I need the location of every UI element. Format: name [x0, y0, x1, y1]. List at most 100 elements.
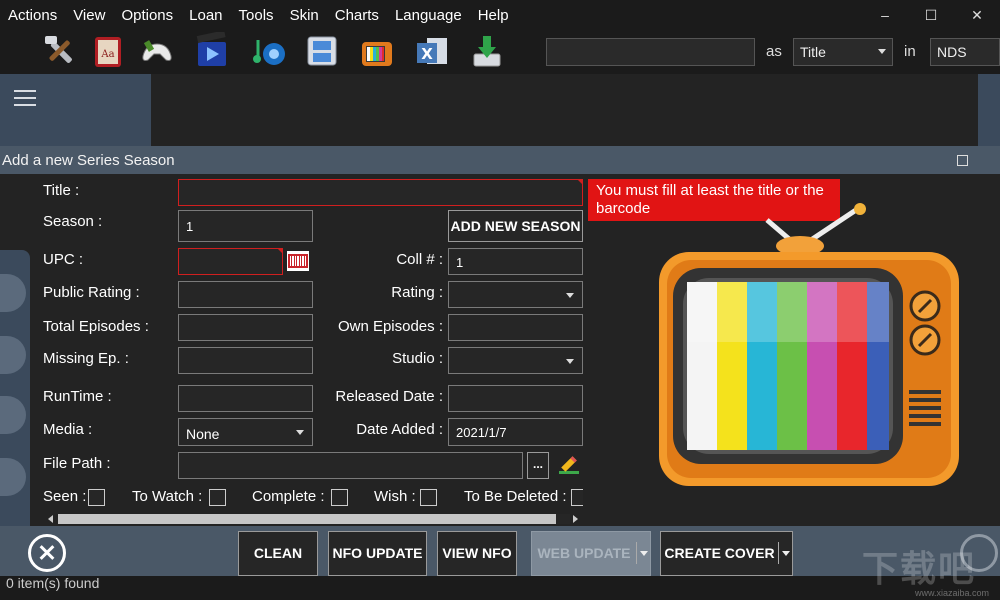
coll-field[interactable]: 1: [448, 248, 583, 275]
minimize-button[interactable]: –: [862, 0, 908, 30]
chevron-down-icon: [296, 430, 304, 435]
menu-loan[interactable]: Loan: [181, 7, 230, 24]
tools-icon[interactable]: [41, 32, 79, 70]
runtime-field[interactable]: [178, 385, 313, 412]
search-category-select[interactable]: NDS: [930, 38, 1000, 66]
complete-label: Complete :: [252, 488, 325, 505]
menu-actions[interactable]: Actions: [0, 7, 65, 24]
scroll-left-icon[interactable]: [46, 514, 56, 524]
chevron-down-icon: [566, 293, 574, 298]
download-icon[interactable]: [468, 32, 506, 70]
media-select[interactable]: None: [178, 418, 313, 446]
excel-icon[interactable]: X: [413, 32, 451, 70]
search-category-value: NDS: [937, 44, 967, 60]
nfo-update-button[interactable]: NFO UPDATE: [328, 531, 427, 576]
create-cover-dropdown-icon[interactable]: [782, 551, 790, 556]
studio-select[interactable]: [448, 347, 583, 374]
season-label: Season :: [43, 213, 103, 230]
navigation-pane: [0, 74, 151, 146]
split-divider: [636, 542, 637, 564]
wish-label: Wish :: [374, 488, 416, 505]
total-episodes-label: Total Episodes :: [43, 318, 149, 335]
scroll-right-icon[interactable]: [570, 514, 580, 524]
dialog-title: Add a new Series Season: [2, 152, 175, 169]
nds-icon[interactable]: [303, 32, 341, 70]
search-input[interactable]: [546, 38, 755, 66]
missing-ep-label: Missing Ep. :: [43, 350, 129, 367]
view-nfo-button[interactable]: VIEW NFO: [437, 531, 517, 576]
menu-skin[interactable]: Skin: [282, 7, 327, 24]
public-rating-label: Public Rating :: [43, 284, 140, 301]
scroll-thumb[interactable]: [58, 514, 556, 524]
right-side-panel: [978, 74, 1000, 146]
menu-help[interactable]: Help: [470, 7, 517, 24]
dialog-maximize-icon[interactable]: [957, 155, 968, 166]
rating-label: Rating :: [391, 284, 443, 301]
barcode-icon[interactable]: [287, 251, 309, 271]
browse-button[interactable]: ...: [527, 452, 549, 479]
menu-view[interactable]: View: [65, 7, 113, 24]
window-controls: – ☐ ✕: [862, 0, 1000, 30]
total-episodes-field[interactable]: [178, 314, 313, 341]
wish-checkbox[interactable]: [420, 489, 437, 506]
television-illustration: [659, 203, 959, 486]
close-window-button[interactable]: ✕: [954, 0, 1000, 30]
season-field[interactable]: 1: [178, 210, 313, 242]
missing-ep-field[interactable]: [178, 347, 313, 374]
chevron-down-icon: [566, 359, 574, 364]
rating-select[interactable]: [448, 281, 583, 308]
web-update-dropdown-icon[interactable]: [640, 551, 648, 556]
tv-icon[interactable]: [358, 32, 396, 70]
edit-pencil-icon[interactable]: [557, 453, 581, 477]
file-path-field[interactable]: [178, 452, 523, 479]
web-update-button[interactable]: WEB UPDATE: [531, 531, 651, 576]
to-watch-label: To Watch :: [132, 488, 203, 505]
date-added-label: Date Added :: [356, 421, 443, 438]
date-added-field[interactable]: 2021/1/7: [448, 418, 583, 446]
coll-label: Coll # :: [396, 251, 443, 268]
music-icon[interactable]: [250, 32, 288, 70]
menu-tools[interactable]: Tools: [231, 7, 282, 24]
side-tab[interactable]: [0, 458, 26, 496]
maximize-button[interactable]: ☐: [908, 0, 954, 30]
to-watch-checkbox[interactable]: [209, 489, 226, 506]
complete-checkbox[interactable]: [331, 489, 348, 506]
studio-label: Studio :: [392, 350, 443, 367]
to-be-deleted-checkbox[interactable]: [571, 489, 583, 506]
create-cover-button[interactable]: CREATE COVER: [660, 531, 793, 576]
close-dialog-icon[interactable]: [28, 534, 66, 572]
clean-button[interactable]: CLEAN: [238, 531, 318, 576]
title-label: Title :: [43, 182, 80, 199]
to-be-deleted-label: To Be Deleted :: [464, 488, 567, 505]
watermark-logo: 下载吧: [862, 549, 977, 590]
film-icon[interactable]: [193, 32, 231, 70]
media-value: None: [186, 426, 220, 442]
seen-checkbox[interactable]: [88, 489, 105, 506]
menu-bar: Actions View Options Loan Tools Skin Cha…: [0, 0, 1000, 30]
side-tab[interactable]: [0, 336, 26, 374]
search-field-value: Title: [800, 44, 826, 60]
menu-language[interactable]: Language: [387, 7, 470, 24]
book-icon[interactable]: Aa: [89, 32, 127, 70]
side-tab[interactable]: [0, 274, 26, 312]
gamepad-icon[interactable]: [138, 32, 176, 70]
app-window: Actions View Options Loan Tools Skin Cha…: [0, 0, 1000, 600]
dialog-side-strip: [0, 250, 30, 526]
own-episodes-field[interactable]: [448, 314, 583, 341]
add-new-season-button[interactable]: ADD NEW SEASON: [448, 210, 583, 242]
hamburger-menu-icon[interactable]: [14, 90, 36, 106]
search-field-select[interactable]: Title: [793, 38, 893, 66]
released-date-field[interactable]: [448, 385, 583, 412]
upc-field[interactable]: [178, 248, 283, 275]
chevron-down-icon: [878, 49, 886, 54]
dialog-title-bar: Add a new Series Season: [0, 146, 1000, 174]
menu-charts[interactable]: Charts: [327, 7, 387, 24]
media-label: Media :: [43, 421, 93, 438]
seen-label: Seen :: [43, 488, 87, 505]
side-tab[interactable]: [0, 396, 26, 434]
menu-options[interactable]: Options: [113, 7, 181, 24]
public-rating-field[interactable]: [178, 281, 313, 308]
horizontal-scrollbar[interactable]: [46, 512, 582, 526]
search-as-label: as: [766, 43, 782, 60]
title-field[interactable]: [178, 179, 583, 206]
